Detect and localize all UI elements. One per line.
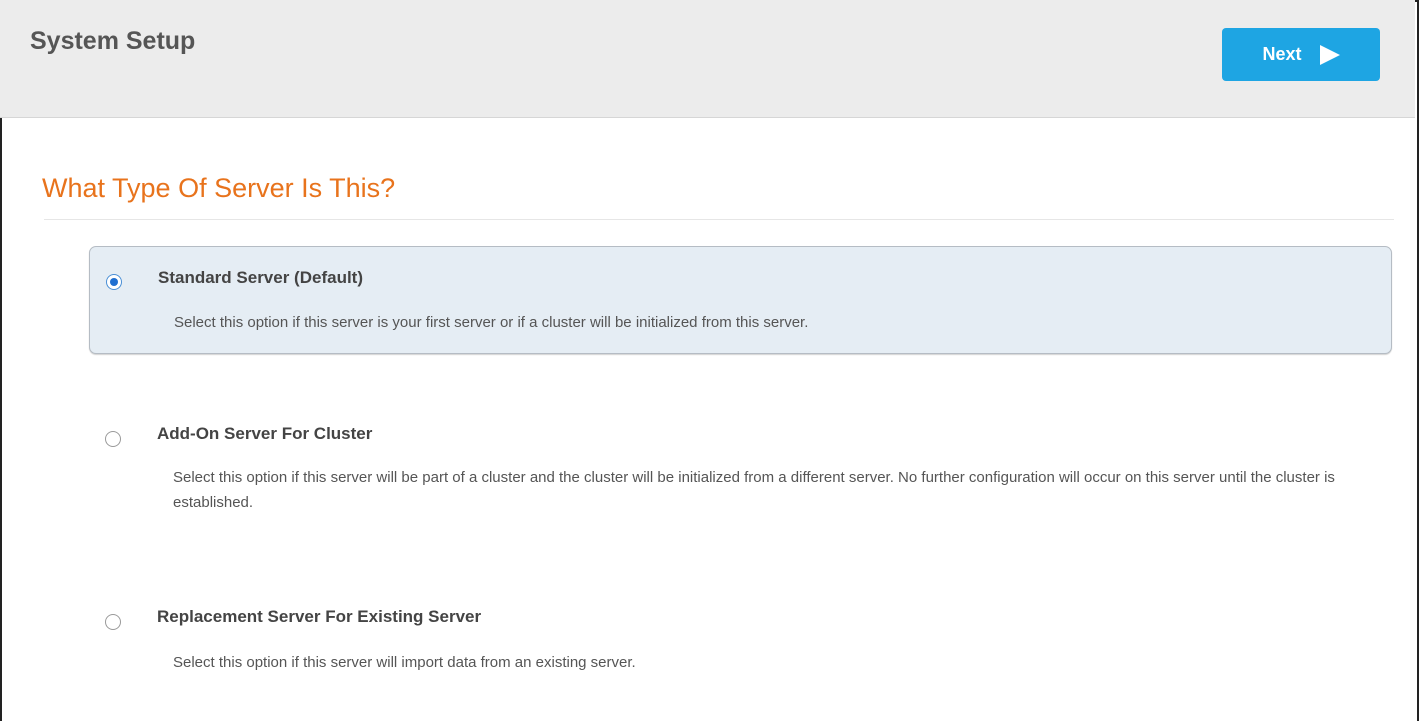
option-description: Select this option if this server will b… <box>173 469 1335 511</box>
option-add-on-server[interactable]: Add-On Server For Cluster Select this op… <box>89 405 1392 525</box>
option-description: Select this option if this server is you… <box>174 314 809 331</box>
option-description: Select this option if this server will i… <box>173 654 636 671</box>
next-button[interactable]: Next <box>1222 28 1380 81</box>
next-button-label: Next <box>1262 44 1302 64</box>
section-divider <box>44 219 1394 220</box>
option-standard-server[interactable]: Standard Server (Default) Select this op… <box>89 246 1392 354</box>
option-title: Add-On Server For Cluster <box>157 424 373 443</box>
radio-add-on-server[interactable] <box>105 431 121 447</box>
play-arrow-icon <box>1319 44 1340 65</box>
option-title: Standard Server (Default) <box>158 268 363 287</box>
option-title: Replacement Server For Existing Server <box>157 607 482 626</box>
header-bar: System Setup Next <box>0 0 1415 118</box>
option-replacement-server[interactable]: Replacement Server For Existing Server S… <box>89 592 1392 687</box>
section-title: What Type Of Server Is This? <box>42 173 396 203</box>
page-title: System Setup <box>30 27 196 55</box>
radio-standard-server[interactable] <box>106 274 122 290</box>
radio-replacement-server[interactable] <box>105 614 121 630</box>
